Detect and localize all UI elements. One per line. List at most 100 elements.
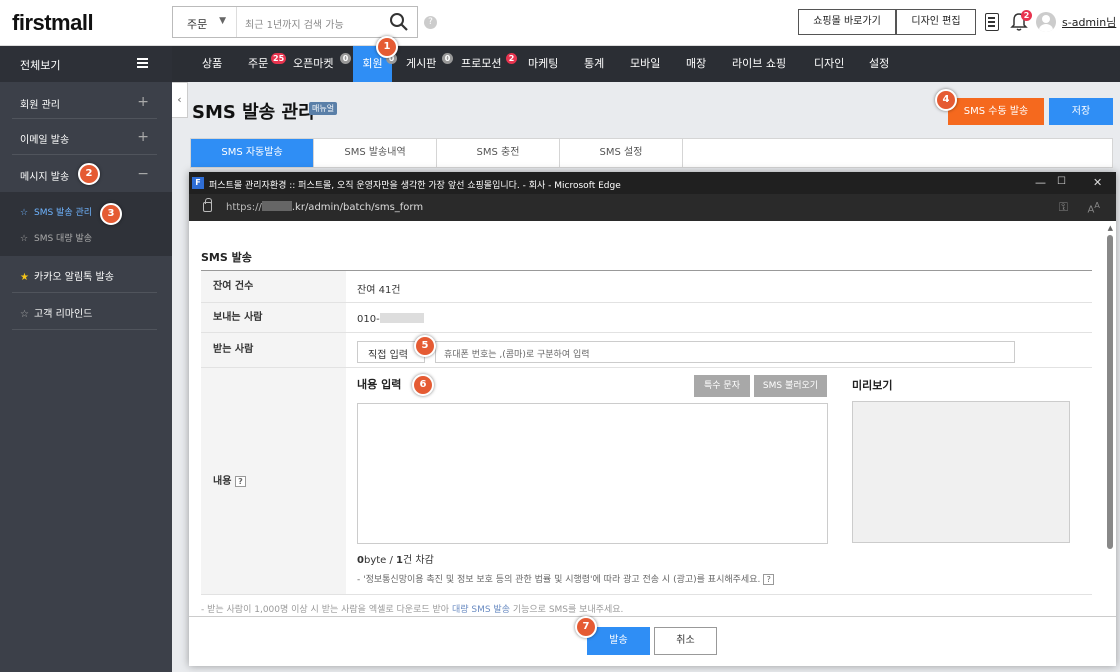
url-text[interactable]: https:// .kr/admin/batch/sms_form xyxy=(226,201,423,213)
save-button[interactable]: 저장 xyxy=(1049,98,1113,125)
divider xyxy=(201,594,1092,595)
divider xyxy=(12,292,157,293)
nav-item-order[interactable]: 주문 xyxy=(248,46,268,82)
minus-icon: − xyxy=(137,166,149,182)
document-icon[interactable] xyxy=(985,13,999,31)
sidebar-subitem-label: SMS 발송 관리 xyxy=(34,208,93,218)
plus-icon: + xyxy=(137,94,149,110)
count-number: 1 xyxy=(396,555,404,566)
star-filled-icon[interactable]: ★ xyxy=(20,272,30,283)
sidebar-item-email[interactable]: 이메일 발송 + xyxy=(12,129,157,146)
nav-item-label: 오픈마켓 xyxy=(293,57,334,70)
sidebar-item-member[interactable]: 회원 관리 + xyxy=(12,94,157,111)
search-icon[interactable] xyxy=(389,12,409,32)
sidebar-item-label: 카카오 알림톡 발송 xyxy=(34,272,114,283)
tab-sms-auto[interactable]: SMS 자동발송 xyxy=(191,139,314,167)
nav-item-product[interactable]: 상품 xyxy=(202,46,222,82)
admin-user-link[interactable]: s-admin님 xyxy=(1062,14,1116,30)
step-marker-3: 3 xyxy=(100,203,122,225)
popup-window-title: 퍼스트몰 관리자환경 :: 퍼스트몰, 오직 운영자만을 생각한 가장 앞선 쇼… xyxy=(209,181,621,191)
sidebar-item-label: 메시지 발송 xyxy=(20,172,70,183)
search-input[interactable]: 최근 1년까지 검색 가능 xyxy=(245,16,344,31)
sidebar-item-kakao[interactable]: ★ 카카오 알림톡 발송 xyxy=(12,268,157,283)
ad-notice-text: - '정보통신망이용 촉진 및 정보 보호 등의 관한 법률 및 시행령'에 따… xyxy=(357,575,761,585)
main-nav: 상품 주문 25 오픈마켓 0 회원 0 게시판 0 프로모션 2 마케팅 통계… xyxy=(172,46,1120,82)
help-icon[interactable]: ? xyxy=(424,16,437,29)
ad-notice: - '정보통신망이용 촉진 및 정보 보호 등의 관한 법률 및 시행령'에 따… xyxy=(357,572,775,585)
sidebar-subitem-sms-bulk[interactable]: ☆ SMS 대량 발송 xyxy=(20,231,92,244)
preview-title: 미리보기 xyxy=(852,379,893,392)
chevron-left-icon[interactable]: ‹ xyxy=(172,82,188,118)
sidebar-subitem-label: SMS 대량 발송 xyxy=(34,234,93,244)
design-edit-button[interactable]: 디자인 편집 xyxy=(896,9,976,35)
search-category-select[interactable]: 주문 ▼ xyxy=(173,7,237,37)
step-marker-6: 6 xyxy=(412,374,434,396)
page-title: SMS 발송 관리 xyxy=(192,102,315,123)
logo[interactable]: firstmall xyxy=(12,10,94,36)
redacted-domain xyxy=(261,201,292,211)
divider xyxy=(12,154,157,155)
help-icon[interactable]: ? xyxy=(763,574,775,585)
nav-item-stats[interactable]: 통계 xyxy=(584,46,604,82)
sidebar: 전체보기 회원 관리 + 이메일 발송 + 메시지 발송 − xyxy=(0,46,172,672)
manual-badge[interactable]: 매뉴얼 xyxy=(309,102,338,115)
content-label-text: 내용 xyxy=(213,476,232,487)
popup-body: ▲ SMS 발송 잔여 건수 잔여 41건 보내는 사람 010- 받는 사람 … xyxy=(189,221,1116,666)
nav-badge-promotion: 2 xyxy=(506,53,517,64)
shop-link-button[interactable]: 쇼핑몰 바로가기 xyxy=(798,9,896,35)
redacted-number xyxy=(379,313,424,323)
cancel-button[interactable]: 취소 xyxy=(654,627,717,655)
scrollbar[interactable] xyxy=(1107,235,1113,549)
avatar[interactable] xyxy=(1036,12,1056,32)
search-category-label: 주문 xyxy=(187,18,208,31)
maximize-icon[interactable]: ☐ xyxy=(1057,176,1066,187)
divider xyxy=(12,329,157,330)
star-outline-icon[interactable]: ☆ xyxy=(20,234,30,244)
tab-sms-charge[interactable]: SMS 충전 xyxy=(437,139,560,167)
step-marker-2: 2 xyxy=(78,163,100,185)
minimize-icon[interactable]: — xyxy=(1035,176,1046,189)
star-outline-icon[interactable]: ☆ xyxy=(20,309,30,320)
sms-manual-send-button[interactable]: SMS 수동 발송 xyxy=(948,98,1044,125)
popup-address-bar: https:// .kr/admin/batch/sms_form ⚿ AA xyxy=(189,194,1116,221)
nav-badge-board: 0 xyxy=(442,53,453,64)
phone-input[interactable]: 휴대폰 번호는 ,(콤마)로 구분하여 입력 xyxy=(435,341,1015,363)
nav-item-mobile[interactable]: 모바일 xyxy=(630,46,660,82)
nav-item-board[interactable]: 게시판 xyxy=(406,46,436,82)
hamburger-icon[interactable] xyxy=(137,58,148,68)
nav-item-promotion[interactable]: 프로모션 xyxy=(461,46,501,82)
nav-item-live-shopping[interactable]: 라이브 쇼핑 xyxy=(732,46,786,82)
receiver-label: 받는 사람 xyxy=(201,333,346,367)
sidebar-subpanel: ☆ SMS 발송 관리 ☆ SMS 대량 발송 xyxy=(0,192,172,256)
send-button[interactable]: 발송 xyxy=(587,627,650,655)
sidebar-item-remind[interactable]: ☆ 고객 리마인드 xyxy=(12,305,157,320)
nav-item-marketing[interactable]: 마케팅 xyxy=(528,46,558,82)
special-chars-button[interactable]: 특수 문자 xyxy=(694,375,750,397)
nav-item-label: 프로모션 xyxy=(461,57,502,70)
nav-item-settings[interactable]: 설정 xyxy=(869,46,889,82)
popup-window: F 퍼스트몰 관리자환경 :: 퍼스트몰, 오직 운영자만을 생각한 가장 앞선… xyxy=(189,172,1116,666)
read-aloud-icon[interactable]: AA xyxy=(1087,200,1100,215)
star-outline-icon[interactable]: ☆ xyxy=(20,208,30,218)
bulk-sms-link[interactable]: 대량 SMS 발송 xyxy=(452,605,510,615)
nav-item-openmarket[interactable]: 오픈마켓 xyxy=(293,46,333,82)
tab-sms-history[interactable]: SMS 발송내역 xyxy=(314,139,437,167)
nav-item-store[interactable]: 매장 xyxy=(686,46,706,82)
scroll-up-icon[interactable]: ▲ xyxy=(1108,224,1113,232)
message-textarea[interactable] xyxy=(357,403,828,544)
sidebar-item-label: 회원 관리 xyxy=(20,100,60,111)
key-icon[interactable]: ⚿ xyxy=(1059,200,1068,215)
sender-prefix: 010- xyxy=(357,314,380,325)
nav-item-label: 주문 xyxy=(248,57,269,70)
top-bar: firstmall 주문 ▼ 최근 1년까지 검색 가능 ? 쇼핑몰 바로가기 … xyxy=(0,0,1120,46)
help-icon[interactable]: ? xyxy=(234,476,246,487)
firstmall-favicon-icon: F xyxy=(192,177,204,189)
sidebar-item-label: 이메일 발송 xyxy=(20,135,70,146)
sidebar-subitem-sms-manage[interactable]: ☆ SMS 발송 관리 xyxy=(20,205,92,218)
nav-item-design[interactable]: 디자인 xyxy=(814,46,844,82)
load-sms-button[interactable]: SMS 불러오기 xyxy=(754,375,827,397)
tab-sms-settings[interactable]: SMS 설정 xyxy=(560,139,683,167)
close-icon[interactable]: ✕ xyxy=(1093,176,1102,189)
nav-item-label: 회원 xyxy=(362,57,383,70)
sender-label: 보내는 사람 xyxy=(201,303,346,332)
